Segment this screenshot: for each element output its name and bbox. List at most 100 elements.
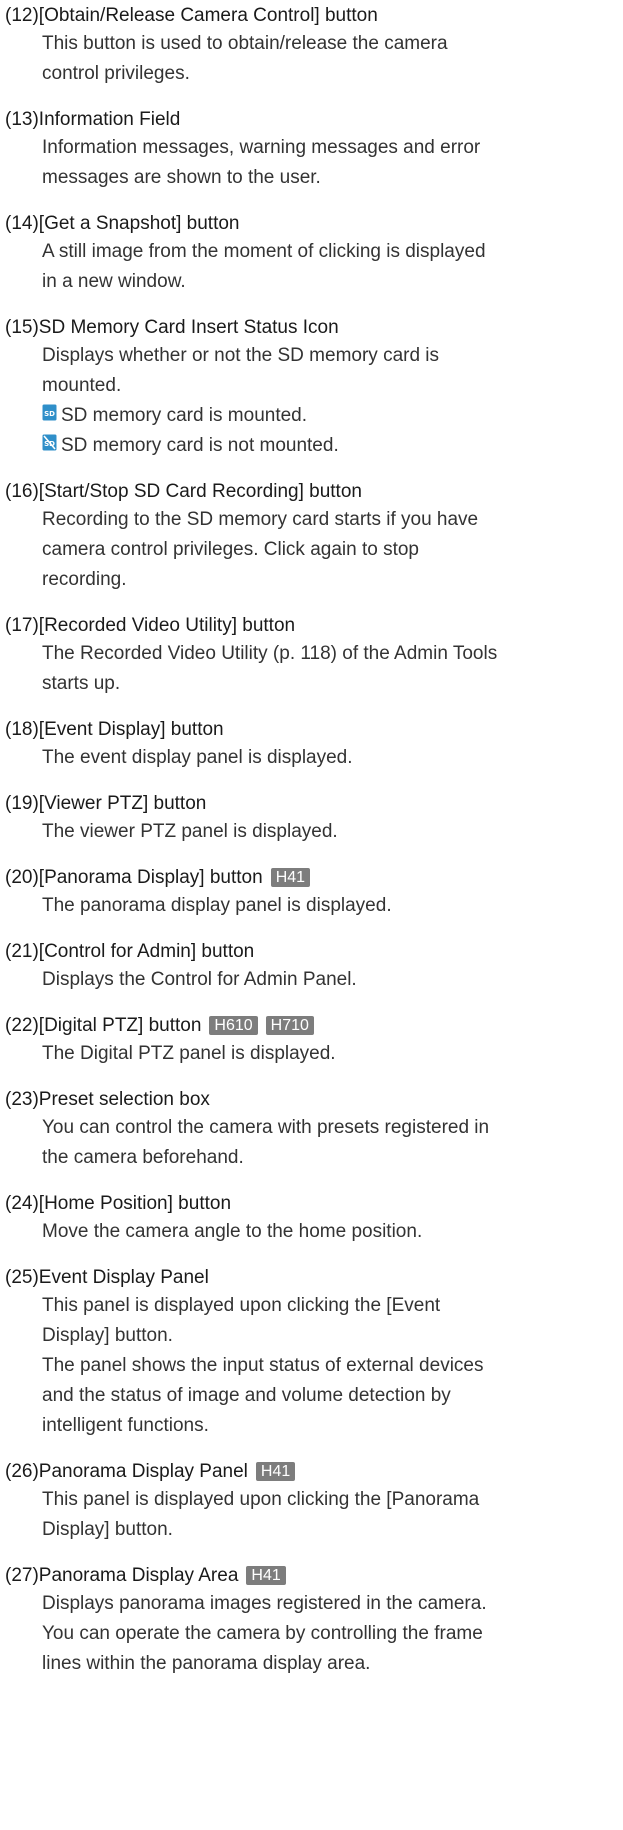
entry-description: The event display panel is displayed. bbox=[0, 743, 623, 773]
entry-title: (18)[Event Display] button bbox=[0, 716, 623, 743]
model-badge: H610 bbox=[209, 1016, 258, 1035]
entry-spacer bbox=[0, 461, 623, 478]
description-line: the camera beforehand. bbox=[42, 1147, 244, 1168]
entry-title: (13)Information Field bbox=[0, 106, 623, 133]
entry-description: The Digital PTZ panel is displayed. bbox=[0, 1039, 623, 1069]
svg-text:SD: SD bbox=[44, 410, 55, 418]
entry-description: Information messages, warning messages a… bbox=[0, 133, 623, 193]
entry-spacer bbox=[0, 1545, 623, 1562]
entry-title: (12)[Obtain/Release Camera Control] butt… bbox=[0, 2, 623, 29]
icon-legend-row: SD SD memory card is mounted. bbox=[42, 401, 613, 431]
description-entry: (19)[Viewer PTZ] button The viewer PTZ pa… bbox=[0, 790, 623, 847]
description-entry: (16)[Start/Stop SD Card Recording] butto… bbox=[0, 478, 623, 595]
entry-title-text: (18)[Event Display] button bbox=[5, 719, 224, 740]
description-line: control privileges. bbox=[42, 63, 190, 84]
entry-spacer bbox=[0, 921, 623, 938]
entry-title-text: (25)Event Display Panel bbox=[5, 1267, 209, 1288]
description-line: lines within the panorama display area. bbox=[42, 1653, 371, 1674]
description-line: The Digital PTZ panel is displayed. bbox=[42, 1043, 336, 1064]
entry-title: (19)[Viewer PTZ] button bbox=[0, 790, 623, 817]
entry-description: You can control the camera with presets … bbox=[0, 1113, 623, 1173]
entry-spacer bbox=[0, 995, 623, 1012]
entry-title-text: (17)[Recorded Video Utility] button bbox=[5, 615, 296, 636]
description-entry: (17)[Recorded Video Utility] button The R… bbox=[0, 612, 623, 699]
entry-title-text: (14)[Get a Snapshot] button bbox=[5, 213, 240, 234]
entry-title: (22)[Digital PTZ] button H610 H710 bbox=[0, 1012, 623, 1039]
description-line: The panorama display panel is displayed. bbox=[42, 895, 392, 916]
entry-title-text: (13)Information Field bbox=[5, 109, 181, 130]
entry-title: (21)[Control for Admin] button bbox=[0, 938, 623, 965]
description-entry: (26)Panorama Display Panel H41 This panel … bbox=[0, 1458, 623, 1545]
entry-description: Displays the Control for Admin Panel. bbox=[0, 965, 623, 995]
manual-page: (12)[Obtain/Release Camera Control] butt… bbox=[0, 0, 623, 1830]
description-line: Recording to the SD memory card starts i… bbox=[42, 509, 479, 530]
description-entry: (25)Event Display Panel This panel is dis… bbox=[0, 1264, 623, 1441]
icon-legend-row: SD SD memory card is not mounted. bbox=[42, 431, 613, 461]
entry-title-text: (23)Preset selection box bbox=[5, 1089, 210, 1110]
entry-title-text: (20)[Panorama Display] button bbox=[5, 867, 263, 888]
entry-spacer bbox=[0, 1441, 623, 1458]
entry-spacer bbox=[0, 699, 623, 716]
entry-title-text: (15)SD Memory Card Insert Status Icon bbox=[5, 317, 339, 338]
icon-legend-text: SD memory card is not mounted. bbox=[61, 435, 339, 456]
entry-title: (15)SD Memory Card Insert Status Icon bbox=[0, 314, 623, 341]
description-entry: (18)[Event Display] button The event disp… bbox=[0, 716, 623, 773]
entry-title: (27)Panorama Display Area H41 bbox=[0, 1562, 623, 1589]
description-line: Move the camera angle to the home positi… bbox=[42, 1221, 423, 1242]
description-line: Display] button. bbox=[42, 1519, 173, 1540]
entry-spacer bbox=[0, 1247, 623, 1264]
description-line: Displays whether or not the SD memory ca… bbox=[42, 345, 440, 366]
entry-title: (20)[Panorama Display] button H41 bbox=[0, 864, 623, 891]
entry-spacer bbox=[0, 595, 623, 612]
entry-title-text: (24)[Home Position] button bbox=[5, 1193, 232, 1214]
description-line: Displays the Control for Admin Panel. bbox=[42, 969, 357, 990]
entry-title-text: (16)[Start/Stop SD Card Recording] butto… bbox=[5, 481, 362, 502]
description-line: A still image from the moment of clickin… bbox=[42, 241, 486, 262]
description-entry: (24)[Home Position] button Move the camer… bbox=[0, 1190, 623, 1247]
entry-description: The Recorded Video Utility (p. 118) of t… bbox=[0, 639, 623, 699]
description-line: starts up. bbox=[42, 673, 121, 694]
description-line: messages are shown to the user. bbox=[42, 167, 321, 188]
model-badge: H710 bbox=[265, 1016, 314, 1035]
description-line: You can control the camera with presets … bbox=[42, 1117, 490, 1138]
entry-description: Recording to the SD memory card starts i… bbox=[0, 505, 623, 595]
entry-title-text: (27)Panorama Display Area bbox=[5, 1565, 239, 1586]
description-entry: (21)[Control for Admin] button Displays t… bbox=[0, 938, 623, 995]
description-line: camera control privileges. Click again t… bbox=[42, 539, 420, 560]
entry-description: The panorama display panel is displayed. bbox=[0, 891, 623, 921]
entry-description: Displays panorama images registered in t… bbox=[0, 1589, 623, 1679]
entry-spacer bbox=[0, 297, 623, 314]
entry-description: Move the camera angle to the home positi… bbox=[0, 1217, 623, 1247]
entry-title: (17)[Recorded Video Utility] button bbox=[0, 612, 623, 639]
description-line: Display] button. bbox=[42, 1325, 173, 1346]
entry-title: (25)Event Display Panel bbox=[0, 1264, 623, 1291]
description-line: This panel is displayed upon clicking th… bbox=[42, 1295, 441, 1316]
description-line: in a new window. bbox=[42, 271, 186, 292]
entry-spacer bbox=[0, 1069, 623, 1086]
entry-title-text: (22)[Digital PTZ] button bbox=[5, 1015, 202, 1036]
description-line: intelligent functions. bbox=[42, 1415, 209, 1436]
entry-description: A still image from the moment of clickin… bbox=[0, 237, 623, 297]
entry-title: (26)Panorama Display Panel H41 bbox=[0, 1458, 623, 1485]
entry-title: (23)Preset selection box bbox=[0, 1086, 623, 1113]
model-badge: H41 bbox=[270, 868, 311, 887]
icon-legend-text: SD memory card is mounted. bbox=[61, 405, 308, 426]
description-line: The Recorded Video Utility (p. 118) of t… bbox=[42, 643, 498, 664]
entry-title: (24)[Home Position] button bbox=[0, 1190, 623, 1217]
description-line: Displays panorama images registered in t… bbox=[42, 1593, 487, 1614]
description-entry: (14)[Get a Snapshot] button A still image… bbox=[0, 210, 623, 297]
description-line: mounted. bbox=[42, 375, 122, 396]
entry-description: This button is used to obtain/release th… bbox=[0, 29, 623, 89]
description-line: The viewer PTZ panel is displayed. bbox=[42, 821, 338, 842]
entry-title-text: (12)[Obtain/Release Camera Control] butt… bbox=[5, 5, 378, 26]
description-entry: (27)Panorama Display Area H41 Displays pan… bbox=[0, 1562, 623, 1679]
description-line: Information messages, warning messages a… bbox=[42, 137, 481, 158]
entry-spacer bbox=[0, 773, 623, 790]
entry-description: This panel is displayed upon clicking th… bbox=[0, 1485, 623, 1545]
description-line: The event display panel is displayed. bbox=[42, 747, 353, 768]
entry-title: (16)[Start/Stop SD Card Recording] butto… bbox=[0, 478, 623, 505]
model-badge: H41 bbox=[255, 1462, 296, 1481]
entry-title-text: (19)[Viewer PTZ] button bbox=[5, 793, 207, 814]
entry-spacer bbox=[0, 1173, 623, 1190]
entry-title-text: (26)Panorama Display Panel bbox=[5, 1461, 248, 1482]
